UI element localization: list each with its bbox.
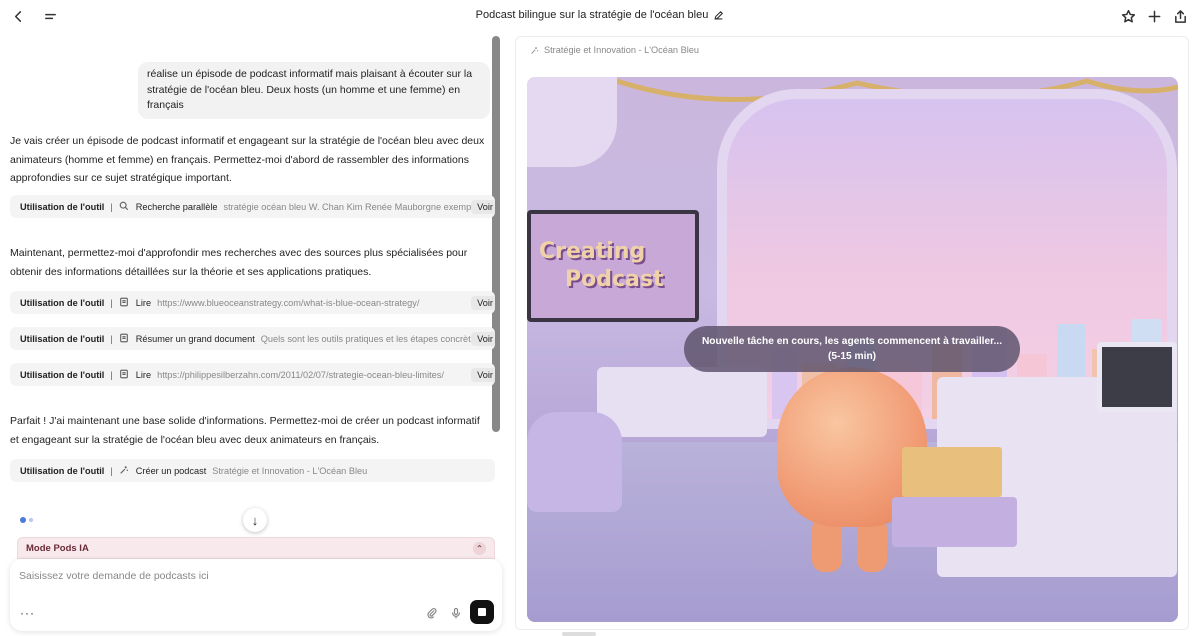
bottom-handle[interactable] <box>562 632 596 636</box>
tool-call-parallel-search[interactable]: Utilisation de l'outil | Recherche paral… <box>10 195 495 218</box>
view-button[interactable]: Voir <box>471 367 495 382</box>
tool-call-summarize[interactable]: Utilisation de l'outil | Résumer un gran… <box>10 327 495 350</box>
tool-action: Lire <box>135 297 152 308</box>
tool-label: Utilisation de l'outil <box>20 369 105 380</box>
tool-label: Utilisation de l'outil <box>20 465 105 476</box>
view-button[interactable]: Voir <box>471 331 495 346</box>
edit-icon[interactable] <box>712 9 724 21</box>
preview-title: Stratégie et Innovation - L'Océan Bleu <box>544 45 699 55</box>
cart <box>892 497 1017 547</box>
chevron-up-icon[interactable]: ⌃ <box>473 542 486 555</box>
microphone-icon[interactable] <box>448 605 464 621</box>
document-icon <box>119 333 131 345</box>
scroll-down-button[interactable]: ↓ <box>243 508 267 532</box>
stop-button[interactable] <box>470 600 494 624</box>
preview-panel: Stratégie et Innovation - L'Océan Bleu C… <box>515 36 1189 630</box>
tool-detail: https://philippesilberzahn.com/2011/02/0… <box>157 369 444 380</box>
status-text: Nouvelle tâche en cours, les agents comm… <box>701 336 1003 347</box>
search-icon <box>119 201 131 213</box>
menu-icon[interactable] <box>42 8 58 24</box>
tool-call-create-podcast[interactable]: Utilisation de l'outil | Créer un podcas… <box>10 459 495 482</box>
tool-action: Résumer un grand document <box>135 333 255 344</box>
tool-label: Utilisation de l'outil <box>20 201 105 212</box>
assistant-message-3: Parfait ! J'ai maintenant une base solid… <box>10 415 480 446</box>
status-overlay: Nouvelle tâche en cours, les agents comm… <box>684 326 1020 372</box>
top-bar: Podcast bilingue sur la stratégie de l'o… <box>0 0 1200 32</box>
porthole-window <box>527 77 617 167</box>
composer: ··· <box>10 559 502 631</box>
stop-icon <box>478 608 486 616</box>
cabinet <box>597 367 767 437</box>
back-icon[interactable] <box>10 8 26 24</box>
tool-action: Lire <box>135 369 152 380</box>
mode-bar[interactable]: Mode Pods IA ⌃ <box>17 537 495 559</box>
view-button[interactable]: Voir <box>471 199 495 214</box>
tv-screen: Creating Podcast <box>527 210 699 322</box>
paperclip-icon[interactable] <box>424 605 440 621</box>
tool-call-read-2[interactable]: Utilisation de l'outil | Lire https://ph… <box>10 363 495 386</box>
assistant-message-2: Maintenant, permettez-moi d'approfondir … <box>10 247 468 278</box>
assistant-message-1: Je vais créer un épisode de podcast info… <box>10 135 485 184</box>
sparkle-icon <box>531 46 539 54</box>
tool-detail: Stratégie et Innovation - L'Océan Bleu <box>212 465 368 476</box>
loading-indicator <box>20 517 33 523</box>
mode-label: Mode Pods IA <box>26 542 89 554</box>
page-title: Podcast bilingue sur la stratégie de l'o… <box>475 9 709 21</box>
tool-call-read-1[interactable]: Utilisation de l'outil | Lire https://ww… <box>10 291 495 314</box>
tool-label: Utilisation de l'outil <box>20 333 105 344</box>
document-icon <box>119 369 131 381</box>
cardboard-box <box>902 447 1002 497</box>
tool-detail: stratégie océan bleu W. Chan Kim Renée M… <box>223 201 472 212</box>
more-icon[interactable]: ··· <box>20 606 35 620</box>
prompt-input[interactable] <box>19 567 489 585</box>
chair <box>527 412 622 512</box>
view-button[interactable]: Voir <box>471 295 495 310</box>
chat-panel: réalise un épisode de podcast informatif… <box>0 32 503 636</box>
tool-action: Recherche parallèle <box>135 201 218 212</box>
document-icon <box>119 297 131 309</box>
tool-label: Utilisation de l'outil <box>20 297 105 308</box>
computer-monitor <box>1097 342 1177 412</box>
sparkle-icon <box>119 465 131 477</box>
share-icon[interactable] <box>1172 8 1188 24</box>
tv-text: Creating Podcast <box>539 239 664 292</box>
loading-dot <box>29 518 33 522</box>
star-icon[interactable] <box>1120 8 1136 24</box>
podcast-illustration: Creating Podcast Nouvelle tâche en cours… <box>527 77 1178 622</box>
tool-action: Créer un podcast <box>135 465 207 476</box>
preview-header: Stratégie et Innovation - L'Océan Bleu <box>530 45 699 55</box>
status-duration: (5-15 min) <box>827 351 877 362</box>
tool-detail: Quels sont les outils pratiques et les é… <box>260 333 471 344</box>
loading-dot <box>20 517 26 523</box>
user-message: réalise un épisode de podcast informatif… <box>138 62 490 119</box>
page-title-group: Podcast bilingue sur la stratégie de l'o… <box>0 9 1200 21</box>
tool-detail: https://www.blueoceanstrategy.com/what-i… <box>157 297 420 308</box>
plus-icon[interactable] <box>1146 8 1162 24</box>
